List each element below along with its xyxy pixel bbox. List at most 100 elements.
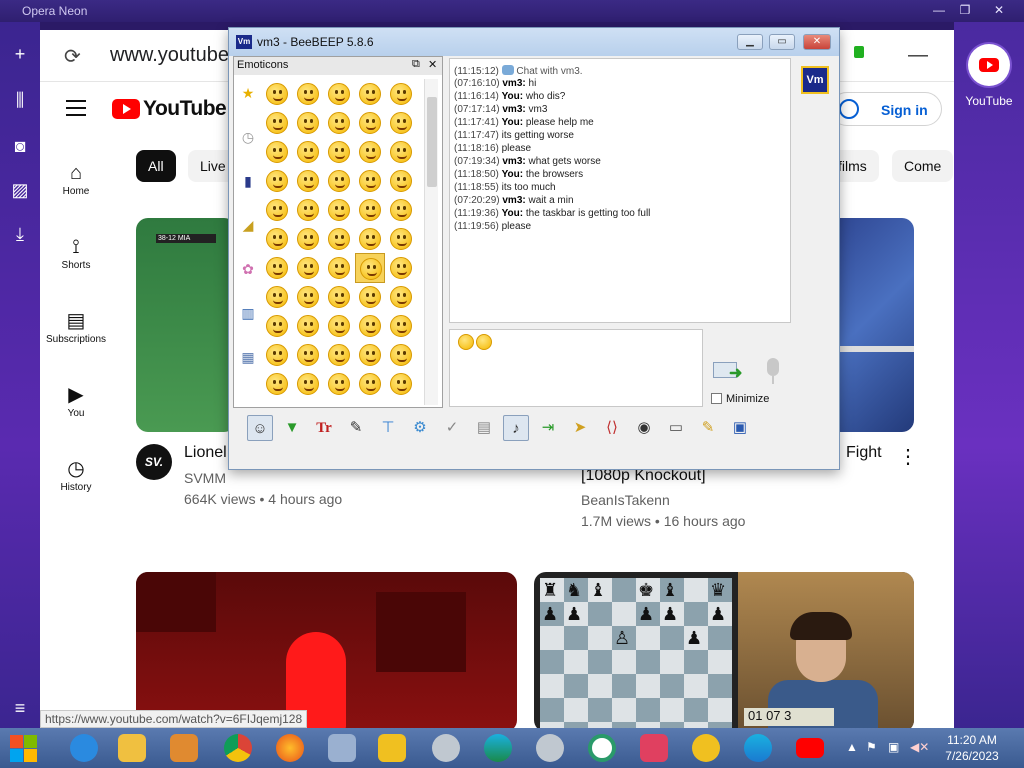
screenshot-icon[interactable]: ◉ (631, 415, 657, 441)
minimize-window-button[interactable]: — (926, 2, 952, 18)
emoticon-item[interactable] (324, 224, 354, 254)
emoticon-item[interactable] (386, 253, 416, 283)
youtube-app-icon[interactable] (968, 44, 1010, 86)
start-button[interactable] (6, 732, 40, 764)
firefox-icon[interactable] (268, 730, 312, 766)
emoticon-item[interactable] (324, 108, 354, 138)
emoticon-item[interactable] (324, 195, 354, 225)
video-thumbnail-4[interactable]: ♜ ♞ ♝ ♚ ♝ ♛ ♟ ♟ ♟ ♟ ♟ ♙ ♟ 01 07 3 (534, 572, 914, 728)
emoticon-item[interactable] (386, 166, 416, 196)
emoticon-item[interactable] (324, 311, 354, 341)
color-wand-icon[interactable]: ✎ (343, 415, 369, 441)
flag-icon[interactable]: ⚑ (866, 740, 877, 754)
emoticon-item[interactable] (386, 137, 416, 167)
minimize-page-icon[interactable]: — (908, 44, 928, 67)
secure-lock-icon[interactable] (854, 46, 864, 58)
plus-icon[interactable]: + (8, 42, 32, 66)
sound-icon[interactable]: ▼ (279, 415, 305, 441)
notes-icon[interactable]: ✎ (695, 415, 721, 441)
emoticon-item[interactable] (355, 340, 385, 370)
emoticon-item[interactable] (386, 195, 416, 225)
edge-beta-icon[interactable] (736, 730, 780, 766)
youtube-logo-icon[interactable] (112, 99, 140, 119)
disc-burner-icon[interactable] (424, 730, 468, 766)
message-input[interactable] (449, 329, 703, 407)
emoticon-item[interactable] (386, 79, 416, 109)
emoticon-item[interactable] (293, 137, 323, 167)
emoticon-item[interactable] (386, 340, 416, 370)
sign-in-button[interactable]: Sign in (830, 92, 942, 126)
emoticon-item[interactable] (355, 311, 385, 341)
video-channel-2[interactable]: BeanIsTakenn (581, 492, 670, 508)
chat-history[interactable]: (11:15:12) Chat with vm3. (07:16:10) vm3:… (449, 58, 791, 323)
video-thumbnail-1[interactable]: 38-12 MIA (136, 218, 236, 432)
emoticon-item[interactable] (386, 282, 416, 312)
more-options-icon[interactable]: ⋮ (898, 444, 918, 469)
youtube-taskbar-icon[interactable] (788, 730, 832, 766)
emoticon-item[interactable] (293, 108, 323, 138)
terminal-icon[interactable]: ▭ (663, 415, 689, 441)
user-avatar-badge[interactable]: Vm (801, 66, 829, 94)
export-icon[interactable]: ⇥ (535, 415, 561, 441)
emoticon-item[interactable] (355, 369, 385, 399)
beebeep-maximize-button[interactable]: ▭ (769, 34, 795, 50)
emoticon-item[interactable] (293, 79, 323, 109)
emoticon-item[interactable] (262, 108, 292, 138)
video-title-1[interactable]: Lionel (184, 444, 227, 462)
emoticon-item[interactable] (324, 137, 354, 167)
chip-comedy[interactable]: Come (892, 150, 954, 182)
emoticon-item[interactable] (293, 224, 323, 254)
emoticon-item[interactable] (355, 224, 385, 254)
close-panel-icon[interactable]: ✕ (428, 58, 437, 71)
emoticon-item[interactable] (355, 282, 385, 312)
emoticon-item[interactable] (262, 369, 292, 399)
dictionary-icon[interactable]: ▤ (471, 415, 497, 441)
tabs-icon[interactable]: ⫼ (8, 88, 32, 112)
emoticon-item[interactable] (324, 369, 354, 399)
emoticon-item[interactable] (355, 137, 385, 167)
music-note-icon[interactable]: ♪ (503, 415, 529, 441)
checkbox-box[interactable] (711, 393, 722, 404)
emoticon-item[interactable] (355, 195, 385, 225)
nav-history[interactable]: ◷ History (40, 456, 112, 493)
recent-category-icon[interactable]: ◷ (238, 127, 258, 147)
emoticon-item[interactable] (262, 340, 292, 370)
camera-icon[interactable]: ◙ (8, 134, 32, 158)
channel-avatar[interactable]: SV. (136, 444, 172, 480)
beebeep-close-button[interactable]: ✕ (803, 34, 831, 50)
nav-you[interactable]: ▶ You (40, 382, 112, 419)
save-chat-icon[interactable]: ▣ (727, 415, 753, 441)
game-app-icon[interactable] (632, 730, 676, 766)
emoticon-item[interactable] (293, 369, 323, 399)
emoticon-item[interactable] (262, 166, 292, 196)
emoticon-scrollbar[interactable] (424, 79, 438, 405)
emoticon-item[interactable] (324, 340, 354, 370)
send-file-icon[interactable]: ➤ (567, 415, 593, 441)
video-thumbnail-3[interactable] (136, 572, 517, 728)
beebeep-taskbar-icon[interactable] (370, 730, 414, 766)
chrome-icon[interactable] (216, 730, 260, 766)
disc-tool-icon[interactable] (528, 730, 572, 766)
internet-explorer-icon[interactable] (62, 730, 106, 766)
emoticon-item[interactable] (355, 253, 385, 283)
favorites-category-icon[interactable]: ★ (238, 83, 258, 103)
send-button[interactable]: ➜ (713, 360, 745, 384)
maximize-window-button[interactable]: ❐ (952, 2, 978, 18)
file-explorer-icon[interactable] (110, 730, 154, 766)
emoticon-item[interactable] (262, 311, 292, 341)
emoticon-item[interactable] (293, 166, 323, 196)
emoticon-item[interactable] (293, 311, 323, 341)
edge-icon[interactable] (476, 730, 520, 766)
font-icon[interactable]: Tr (311, 415, 337, 441)
code-icon[interactable]: ⟨⟩ (599, 415, 625, 441)
menu-icon[interactable]: ≡ (8, 696, 32, 720)
places-category-icon[interactable]: ▥ (238, 303, 258, 323)
emoticon-item[interactable] (324, 282, 354, 312)
image-icon[interactable]: ▨ (8, 178, 32, 202)
network-icon[interactable]: ▣ (888, 740, 899, 754)
float-panel-icon[interactable]: ⧉ (412, 58, 420, 71)
beebeep-minimize-button[interactable]: ▁ (737, 34, 763, 50)
video-title-2[interactable]: Fight (846, 444, 882, 462)
people-category-icon[interactable]: ▮ (238, 171, 258, 191)
emoticon-item[interactable] (293, 282, 323, 312)
